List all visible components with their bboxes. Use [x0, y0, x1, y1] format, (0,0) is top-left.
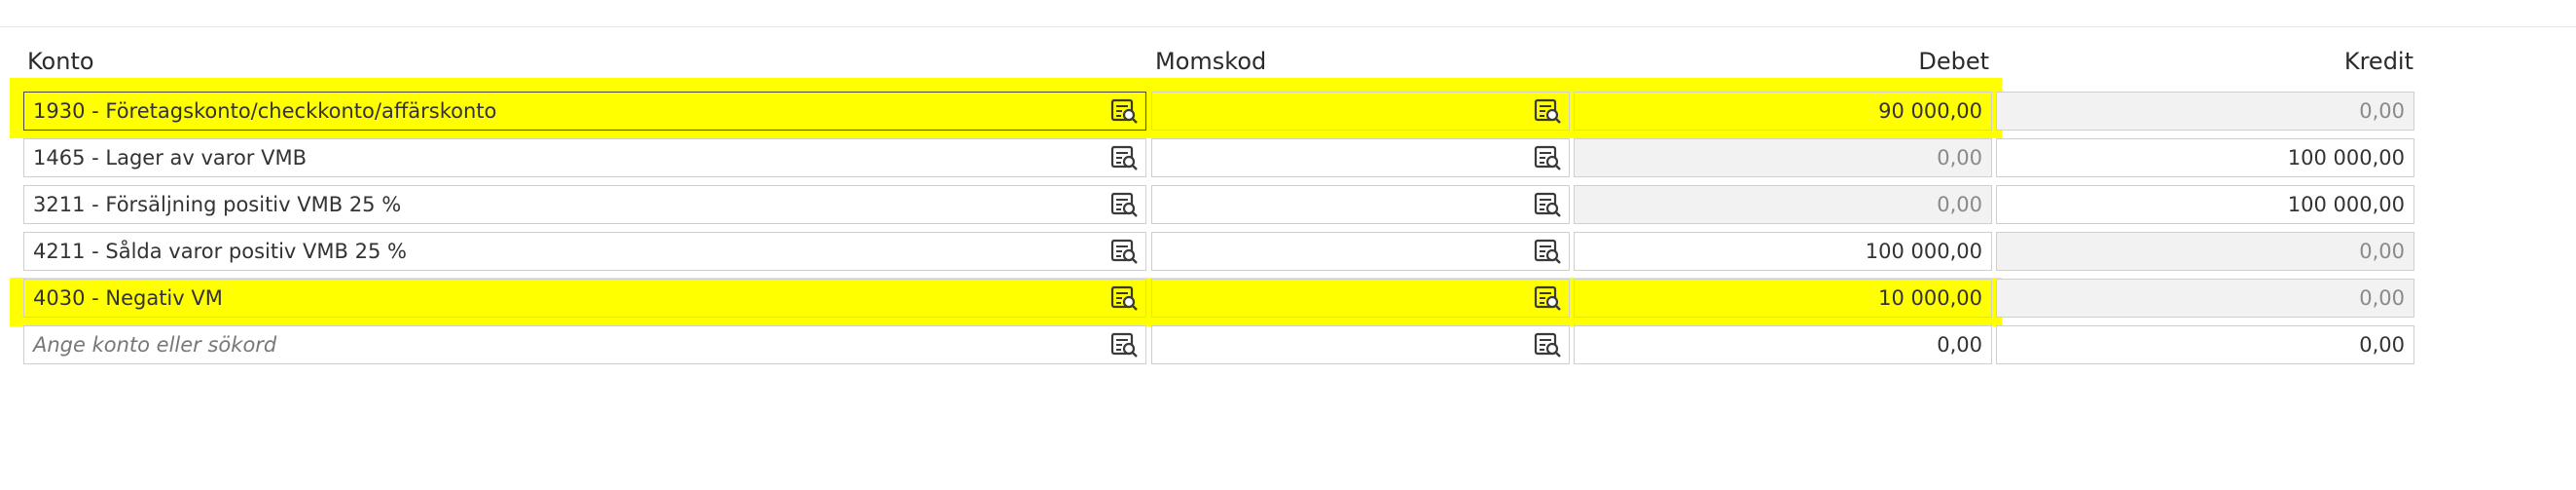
kredit-value: 100 000,00: [2287, 193, 2405, 216]
debet-value: 0,00: [1937, 146, 1982, 170]
list-search-icon[interactable]: [1534, 332, 1563, 359]
momskod-input[interactable]: [1151, 232, 1570, 271]
debet-input[interactable]: 90 000,00: [1574, 92, 1992, 131]
debet-input[interactable]: 0,00: [1574, 138, 1992, 177]
list-search-icon[interactable]: [1110, 285, 1140, 313]
kredit-input[interactable]: 0,00: [1996, 232, 2414, 271]
konto-value: 1465 - Lager av varor VMB: [33, 146, 307, 170]
list-search-icon[interactable]: [1534, 145, 1563, 172]
momskod-input[interactable]: [1151, 185, 1570, 224]
konto-input[interactable]: 4211 - Sålda varor positiv VMB 25 %: [23, 232, 1146, 271]
konto-input[interactable]: 4030 - Negativ VM: [23, 279, 1146, 318]
debet-value: 100 000,00: [1865, 240, 1982, 263]
debet-value: 90 000,00: [1878, 99, 1982, 123]
kredit-input[interactable]: 0,00: [1996, 92, 2414, 131]
konto-value: 1930 - Företagskonto/checkkonto/affärsko…: [33, 99, 497, 123]
kredit-input[interactable]: 0,00: [1996, 325, 2414, 364]
momskod-input[interactable]: [1151, 92, 1570, 131]
list-search-icon[interactable]: [1110, 332, 1140, 359]
konto-input[interactable]: 3211 - Försäljning positiv VMB 25 %: [23, 185, 1146, 224]
konto-input[interactable]: 1465 - Lager av varor VMB: [23, 138, 1146, 177]
kredit-input[interactable]: 100 000,00: [1996, 185, 2414, 224]
kredit-input[interactable]: 100 000,00: [1996, 138, 2414, 177]
top-divider: [0, 26, 2576, 27]
debet-input[interactable]: 10 000,00: [1574, 279, 1992, 318]
debet-value: 10 000,00: [1878, 286, 1982, 310]
konto-value: 4030 - Negativ VM: [33, 286, 223, 310]
debet-input[interactable]: 100 000,00: [1574, 232, 1992, 271]
debet-input[interactable]: 0,00: [1574, 325, 1992, 364]
konto-value: 4211 - Sålda varor positiv VMB 25 %: [33, 240, 407, 263]
debet-value: 0,00: [1937, 193, 1982, 216]
kredit-value: 0,00: [2359, 286, 2405, 310]
konto-value: 3211 - Försäljning positiv VMB 25 %: [33, 193, 402, 216]
kredit-value: 0,00: [2359, 99, 2405, 123]
list-search-icon[interactable]: [1534, 192, 1563, 219]
kredit-input[interactable]: 0,00: [1996, 279, 2414, 318]
list-search-icon[interactable]: [1534, 98, 1563, 126]
debet-value: 0,00: [1937, 333, 1982, 357]
list-search-icon[interactable]: [1534, 285, 1563, 313]
momskod-input[interactable]: [1151, 279, 1570, 318]
header-kredit: Kredit: [2343, 48, 2413, 75]
header-konto: Konto: [27, 48, 94, 75]
list-search-icon[interactable]: [1110, 98, 1140, 126]
list-search-icon[interactable]: [1534, 239, 1563, 266]
konto-placeholder: Ange konto eller sökord: [33, 333, 277, 357]
konto-input[interactable]: Ange konto eller sökord: [23, 325, 1146, 364]
kredit-value: 0,00: [2359, 333, 2405, 357]
header-debet: Debet: [1918, 48, 1989, 75]
konto-input[interactable]: 1930 - Företagskonto/checkkonto/affärsko…: [23, 92, 1146, 131]
kredit-value: 100 000,00: [2287, 146, 2405, 170]
list-search-icon[interactable]: [1110, 192, 1140, 219]
momskod-input[interactable]: [1151, 325, 1570, 364]
momskod-input[interactable]: [1151, 138, 1570, 177]
list-search-icon[interactable]: [1110, 239, 1140, 266]
kredit-value: 0,00: [2359, 240, 2405, 263]
list-search-icon[interactable]: [1110, 145, 1140, 172]
header-momskod: Momskod: [1155, 48, 1267, 75]
debet-input[interactable]: 0,00: [1574, 185, 1992, 224]
